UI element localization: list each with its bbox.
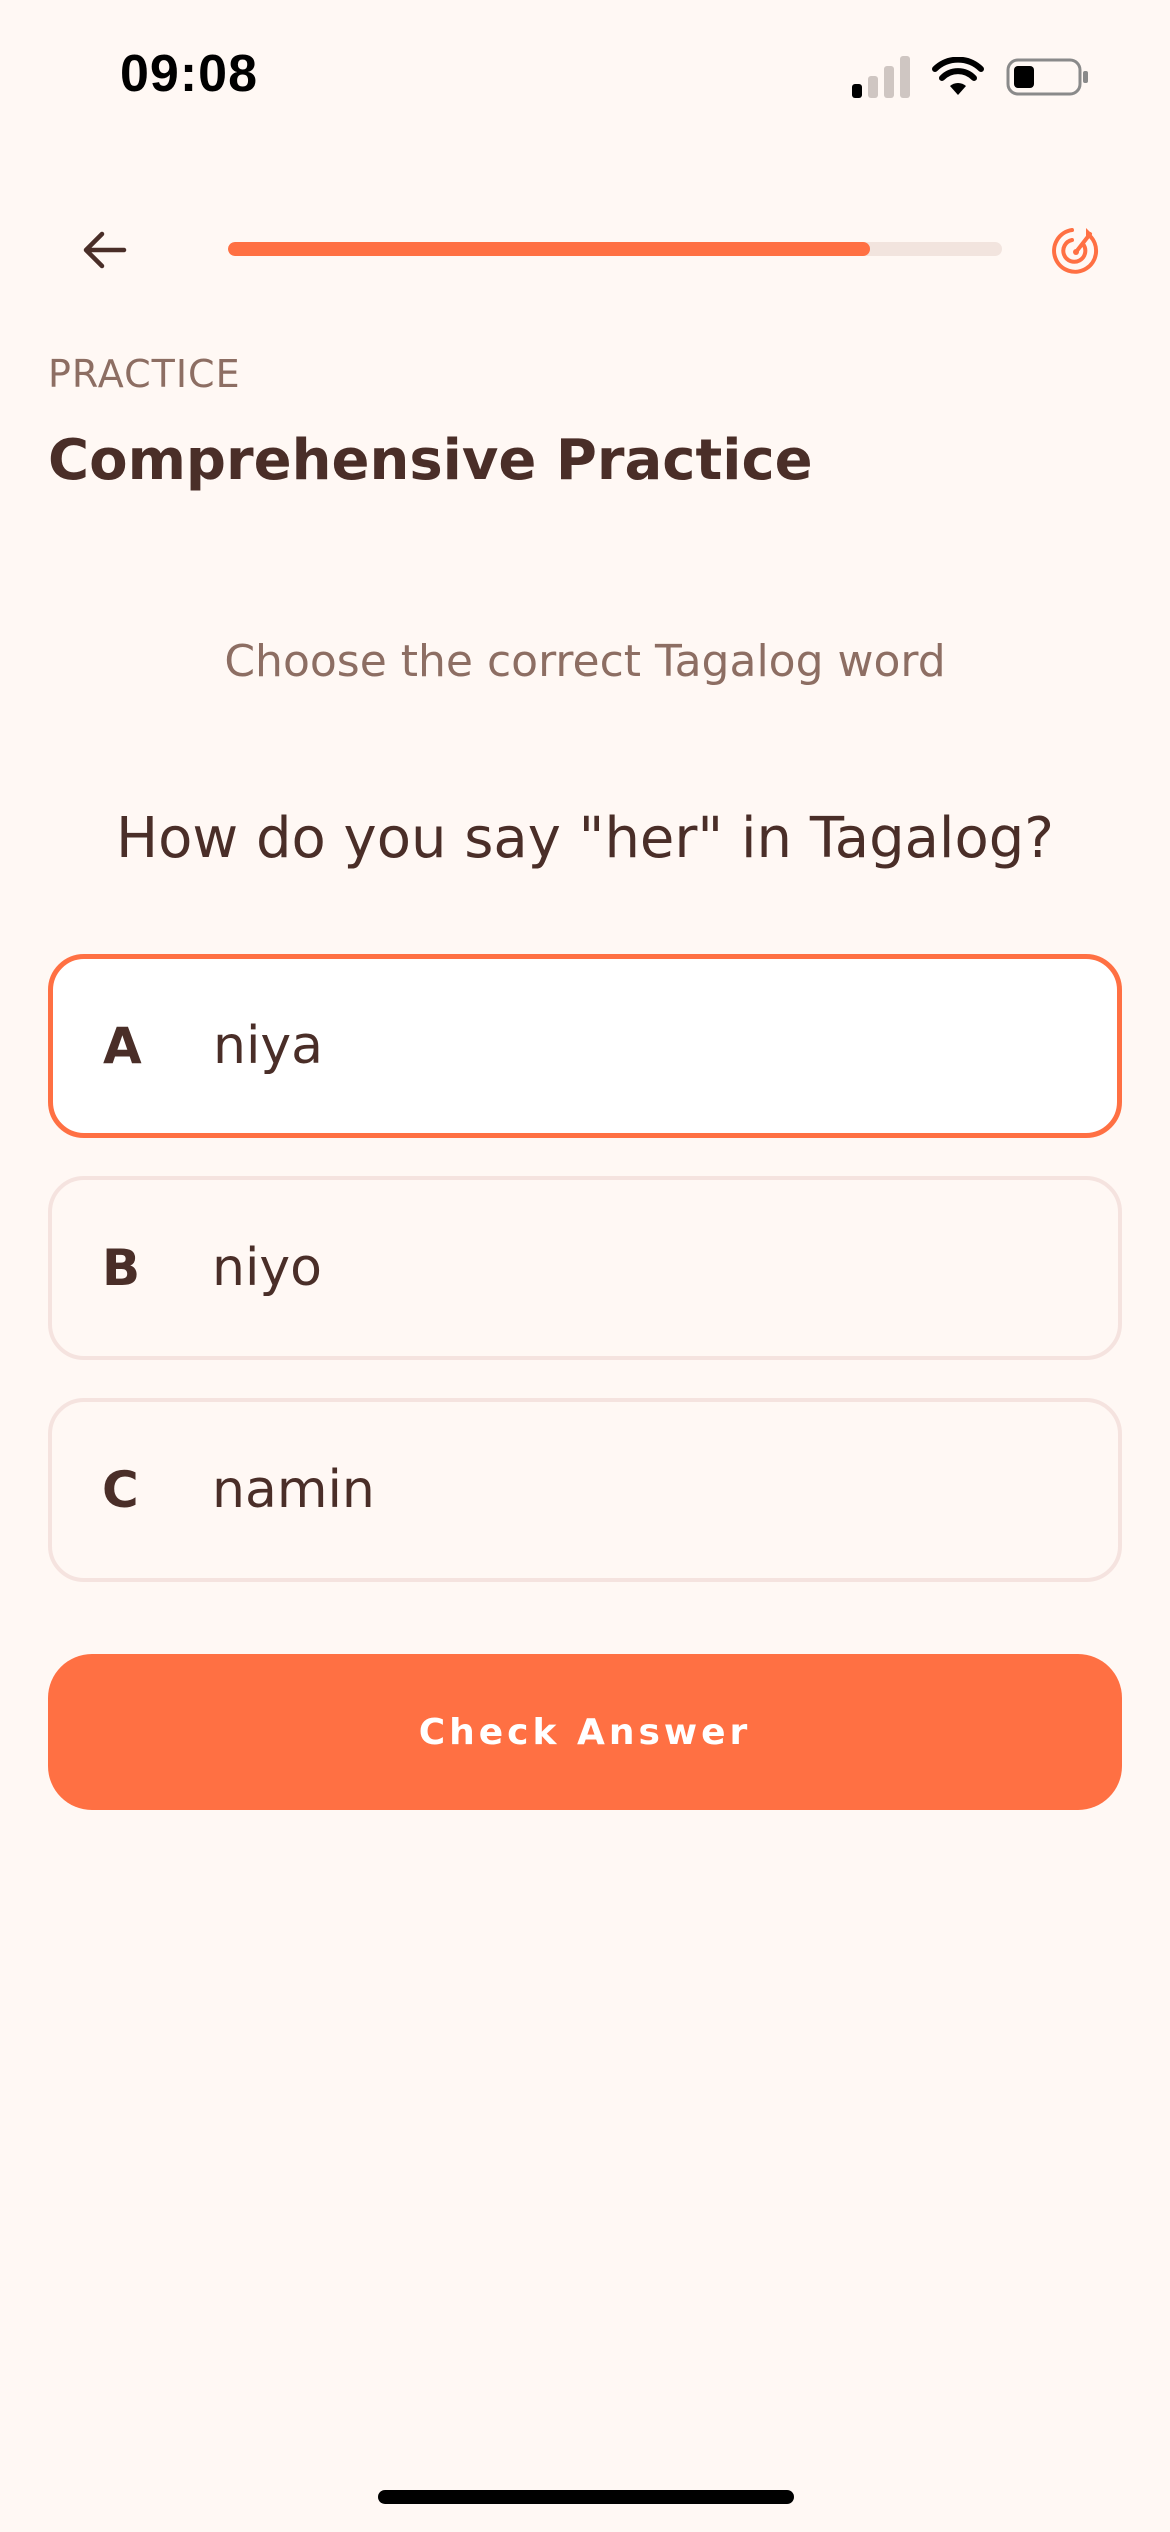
instruction-text: Choose the correct Tagalog word — [224, 636, 946, 687]
home-indicator[interactable] — [378, 2490, 794, 2504]
page-title: Comprehensive Practice — [48, 428, 813, 493]
option-a[interactable]: A niya — [48, 954, 1122, 1138]
target-icon[interactable] — [1048, 222, 1104, 278]
section-label: PRACTICE — [48, 352, 241, 396]
status-bar: 09:08 — [0, 0, 1170, 150]
answer-options: A niya B niyo C namin — [48, 954, 1122, 1620]
option-c[interactable]: C namin — [48, 1398, 1122, 1582]
option-text: niya — [213, 1016, 324, 1076]
option-letter: C — [102, 1461, 139, 1519]
battery-icon — [1006, 58, 1088, 96]
back-button[interactable] — [70, 220, 140, 280]
status-icons — [852, 52, 1090, 102]
option-text: niyo — [212, 1238, 322, 1298]
progress-bar — [228, 242, 1002, 256]
check-answer-button[interactable]: Check Answer — [48, 1654, 1122, 1810]
option-letter: A — [103, 1017, 142, 1075]
arrow-left-icon — [83, 231, 127, 269]
top-nav — [0, 200, 1170, 300]
question-text: How do you say "her" in Tagalog? — [115, 806, 1055, 871]
option-text: namin — [212, 1460, 375, 1520]
option-b[interactable]: B niyo — [48, 1176, 1122, 1360]
option-letter: B — [102, 1239, 141, 1297]
progress-fill — [228, 242, 871, 256]
wifi-icon — [932, 57, 984, 95]
quiz-screen: 09:08 PRACTICE Comprehensive Practice Ch… — [0, 0, 1170, 2532]
status-time: 09:08 — [120, 45, 258, 103]
cellular-signal-icon — [852, 56, 910, 98]
